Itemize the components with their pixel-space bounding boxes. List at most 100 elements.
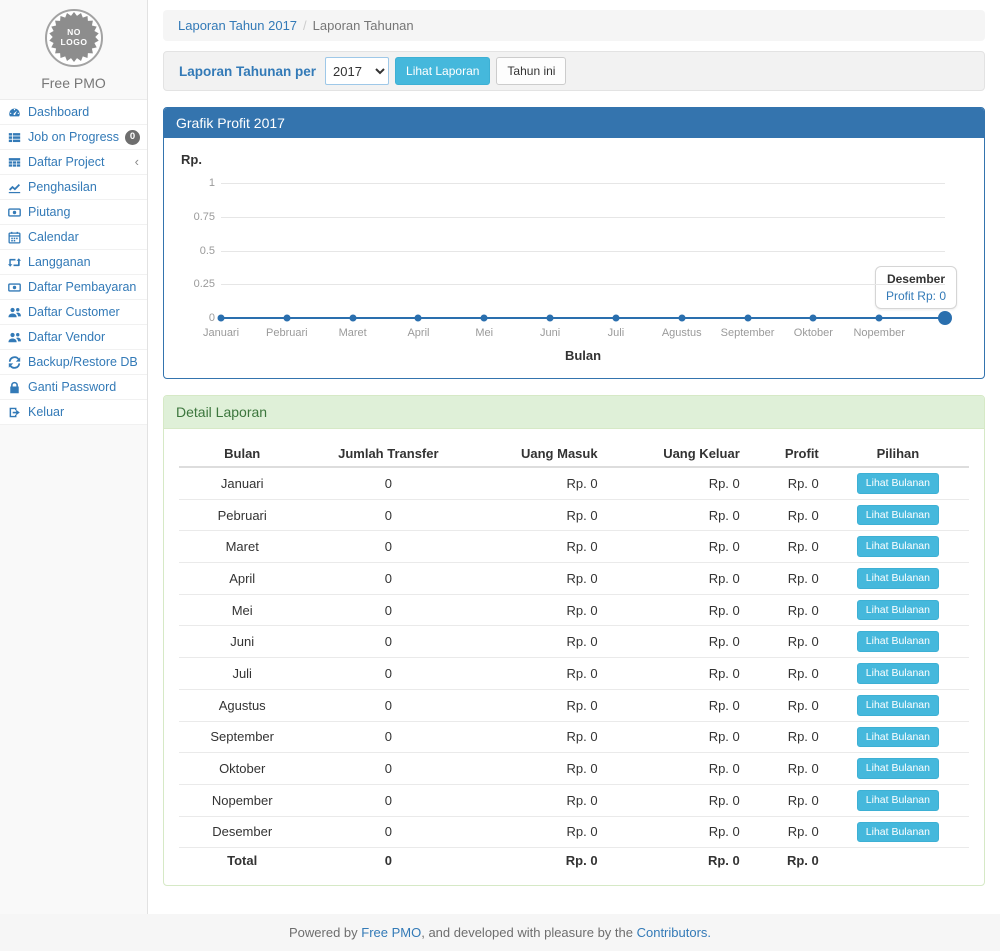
chart-point-pebruari[interactable] [283, 315, 290, 322]
sidebar-item-ganti-password[interactable]: Ganti Password [0, 375, 147, 400]
column-header-pilihan: Pilihan [827, 441, 969, 467]
brand-name: Free PMO [0, 75, 147, 91]
sidebar-item-langganan[interactable]: Langganan [0, 250, 147, 275]
cell-uang_keluar: Rp. 0 [606, 467, 748, 499]
chart-tooltip-value: Profit Rp: 0 [886, 289, 946, 303]
lihat-bulanan-button-pebruari[interactable]: Lihat Bulanan [857, 505, 939, 526]
footer-freepmo-link[interactable]: Free PMO [361, 925, 421, 940]
sidebar-item-label: Daftar Vendor [28, 329, 139, 345]
sidebar-item-label: Ganti Password [28, 379, 139, 395]
total-pilihan-empty [827, 848, 969, 874]
table-row-pebruari: Pebruari0Rp. 0Rp. 0Rp. 0Lihat Bulanan [179, 499, 969, 531]
chart-point-januari[interactable] [218, 315, 225, 322]
report-table-head: BulanJumlah TransferUang MasukUang Kelua… [179, 441, 969, 467]
lihat-bulanan-button-oktober[interactable]: Lihat Bulanan [857, 758, 939, 779]
footer-contributors-link[interactable]: Contributors. [637, 925, 711, 940]
cell-bulan: Juli [179, 658, 305, 690]
chart-point-desember[interactable] [938, 311, 952, 325]
lihat-bulanan-button-maret[interactable]: Lihat Bulanan [857, 536, 939, 557]
lihat-bulanan-button-januari[interactable]: Lihat Bulanan [857, 473, 939, 494]
sidebar-item-daftar-project[interactable]: Daftar Project‹ [0, 150, 147, 175]
sidebar-item-label: Daftar Project [28, 154, 129, 170]
cell-profit: Rp. 0 [748, 658, 827, 690]
dashboard-icon [8, 106, 22, 119]
sidebar-item-piutang[interactable]: Piutang [0, 200, 147, 225]
lihat-bulanan-button-nopember[interactable]: Lihat Bulanan [857, 790, 939, 811]
cell-profit: Rp. 0 [748, 626, 827, 658]
column-header-uang-masuk: Uang Masuk [471, 441, 605, 467]
lihat-bulanan-button-april[interactable]: Lihat Bulanan [857, 568, 939, 589]
sidebar-item-label: Keluar [28, 404, 139, 420]
sidebar-item-daftar-vendor[interactable]: Daftar Vendor [0, 325, 147, 350]
breadcrumb: Laporan Tahun 2017/Laporan Tahunan [163, 10, 985, 41]
chart-point-juli[interactable] [612, 315, 619, 322]
chart-y-tick: 0 [179, 312, 215, 324]
cell-pilihan: Lihat Bulanan [827, 467, 969, 499]
cell-uang_masuk: Rp. 0 [471, 721, 605, 753]
chart-point-agustus[interactable] [678, 315, 685, 322]
cell-uang_masuk: Rp. 0 [471, 531, 605, 563]
logo-starburst-icon: NOLOGO [48, 11, 100, 66]
cell-uang_keluar: Rp. 0 [606, 689, 748, 721]
sidebar-item-label: Piutang [28, 204, 139, 220]
year-select[interactable]: 2017 [325, 57, 389, 85]
cell-uang_keluar: Rp. 0 [606, 816, 748, 848]
chart-point-mei[interactable] [481, 315, 488, 322]
lihat-bulanan-button-juli[interactable]: Lihat Bulanan [857, 663, 939, 684]
cell-jumlah_transfer: 0 [305, 499, 471, 531]
sidebar-item-daftar-pembayaran[interactable]: Daftar Pembayaran [0, 275, 147, 300]
retweet-icon [8, 256, 22, 269]
chart-x-tick-april: April [407, 327, 429, 339]
table-row-juli: Juli0Rp. 0Rp. 0Rp. 0Lihat Bulanan [179, 658, 969, 690]
chart-y-tick: 1 [179, 177, 215, 189]
chart-point-september[interactable] [744, 315, 751, 322]
column-header-bulan: Bulan [179, 441, 305, 467]
lihat-bulanan-button-desember[interactable]: Lihat Bulanan [857, 822, 939, 843]
chart-point-april[interactable] [415, 315, 422, 322]
sidebar-item-label: Calendar [28, 229, 139, 245]
lihat-bulanan-button-agustus[interactable]: Lihat Bulanan [857, 695, 939, 716]
sidebar-item-penghasilan[interactable]: Penghasilan [0, 175, 147, 200]
page-wrapper: NOLOGO Free PMO DashboardJob on Progress… [0, 0, 1000, 914]
chart-point-nopember[interactable] [876, 315, 883, 322]
cell-bulan: April [179, 563, 305, 595]
cell-pilihan: Lihat Bulanan [827, 816, 969, 848]
cell-uang_keluar: Rp. 0 [606, 721, 748, 753]
chart-point-maret[interactable] [349, 315, 356, 322]
lihat-bulanan-button-september[interactable]: Lihat Bulanan [857, 727, 939, 748]
sidebar-item-backup-restore-db[interactable]: Backup/Restore DB [0, 350, 147, 375]
cell-uang_keluar: Rp. 0 [606, 784, 748, 816]
cell-jumlah_transfer: 0 [305, 563, 471, 595]
cell-bulan: Mei [179, 594, 305, 626]
cell-pilihan: Lihat Bulanan [827, 784, 969, 816]
breadcrumb-link-year[interactable]: Laporan Tahun 2017 [178, 18, 297, 33]
chart-point-oktober[interactable] [810, 315, 817, 322]
table-row-juni: Juni0Rp. 0Rp. 0Rp. 0Lihat Bulanan [179, 626, 969, 658]
sidebar-item-daftar-customer[interactable]: Daftar Customer [0, 300, 147, 325]
lihat-bulanan-button-juni[interactable]: Lihat Bulanan [857, 631, 939, 652]
cell-pilihan: Lihat Bulanan [827, 563, 969, 595]
calendar-icon [8, 231, 22, 244]
cell-jumlah_transfer: 0 [305, 784, 471, 816]
cell-bulan: Agustus [179, 689, 305, 721]
total-jumlah_transfer: 0 [305, 848, 471, 874]
chart-point-juni[interactable] [547, 315, 554, 322]
tahun-ini-button[interactable]: Tahun ini [496, 57, 566, 86]
lihat-bulanan-button-mei[interactable]: Lihat Bulanan [857, 600, 939, 621]
money-icon [8, 281, 22, 294]
sidebar-item-job-on-progress[interactable]: Job on Progress0 [0, 125, 147, 150]
cell-uang_masuk: Rp. 0 [471, 594, 605, 626]
profit-chart-panel: Grafik Profit 2017 Rp. Desember Profit R… [163, 107, 985, 379]
sidebar-item-keluar[interactable]: Keluar [0, 400, 147, 425]
profit-chart: Rp. Desember Profit Rp: 0 Bulan 00.250.5… [179, 150, 969, 366]
cell-jumlah_transfer: 0 [305, 753, 471, 785]
sidebar-item-label: Langganan [28, 254, 139, 270]
cell-pilihan: Lihat Bulanan [827, 658, 969, 690]
cell-pilihan: Lihat Bulanan [827, 594, 969, 626]
sidebar-item-dashboard[interactable]: Dashboard [0, 100, 147, 125]
job-count-badge: 0 [125, 130, 140, 145]
table-total-row: Total0Rp. 0Rp. 0Rp. 0 [179, 848, 969, 874]
lihat-laporan-button[interactable]: Lihat Laporan [395, 57, 490, 86]
logo-area: NOLOGO Free PMO [0, 0, 147, 99]
sidebar-item-calendar[interactable]: Calendar [0, 225, 147, 250]
